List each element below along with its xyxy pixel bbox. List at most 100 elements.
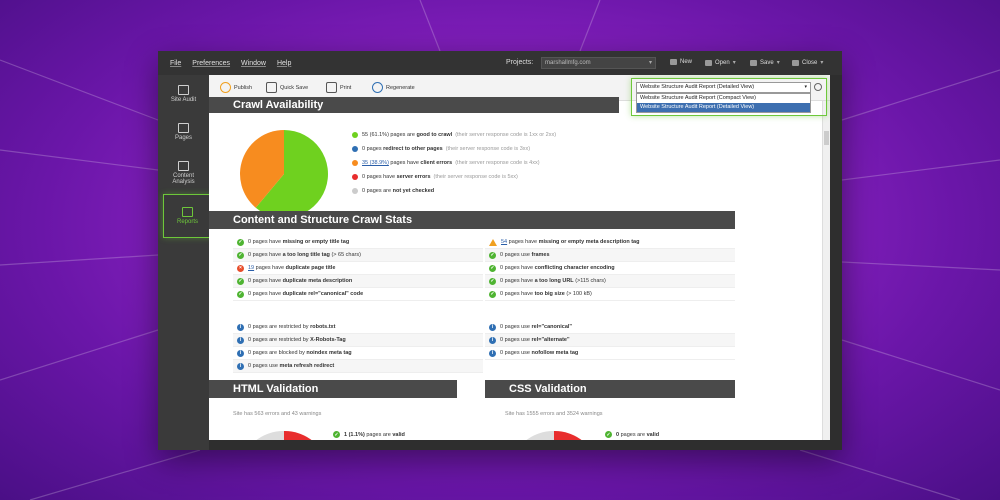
menu-help[interactable]: Help [277, 60, 291, 67]
menu-bar: File Preferences Window Help [158, 51, 842, 75]
section-title: HTML Validation [233, 383, 319, 395]
legend-text: pages have [388, 160, 421, 166]
stat-row: ✓ 0 pages have missing or empty title tag [233, 236, 483, 249]
dropdown-option-compact[interactable]: Website Structure Audit Report (Compact … [637, 94, 810, 103]
legend-row: 0 pages are not yet checked [352, 184, 556, 198]
chevron-down-icon: ▾ [648, 60, 652, 66]
project-select[interactable]: marshallmfg.com ▾ [541, 57, 656, 69]
stat-text: pages are restricted by [251, 337, 311, 343]
stat-label: a too long URL [534, 278, 574, 284]
content-analysis-icon [178, 161, 189, 171]
open-button[interactable]: Open ▾ [705, 59, 736, 66]
info-icon: i [237, 362, 244, 370]
project-value: marshallmfg.com [545, 60, 591, 66]
stat-label: robots.txt [310, 324, 336, 330]
vertical-scrollbar[interactable] [822, 101, 830, 440]
open-label: Open [715, 59, 730, 66]
crawl-pie-chart [240, 130, 328, 218]
report-type-dropdown: Website Structure Audit Report (Compact … [636, 93, 811, 113]
stat-note: (> 65 chars) [329, 252, 361, 258]
info-icon: i [237, 336, 244, 344]
legend-label: redirect to other pages [383, 146, 443, 152]
chevron-down-icon: ▾ [820, 60, 824, 66]
legend-count[interactable]: 35 (38.9%) [362, 160, 389, 166]
printer-icon [326, 82, 337, 93]
stat-note: (> 100 kB) [564, 291, 592, 297]
close-icon [792, 59, 799, 66]
sidebar-item-label: Site Audit [170, 97, 197, 103]
stat-row: i0 pages are blocked by noindex meta tag [233, 347, 483, 360]
legend-row: 0 pages redirect to other pages (their se… [352, 142, 556, 156]
legend-text: pages have [365, 174, 397, 180]
legend-label: not yet checked [392, 188, 435, 194]
sidebar-item-pages[interactable]: Pages [158, 123, 209, 141]
stat-note: (>115 chars) [573, 278, 606, 284]
legend-label: server errors [396, 174, 431, 180]
stat-label: duplicate meta description [282, 278, 353, 284]
check-icon: ✓ [237, 277, 244, 285]
stat-text: pages have [251, 252, 283, 258]
menu-file[interactable]: File [170, 60, 181, 67]
print-button[interactable]: Print [326, 82, 351, 93]
check-icon: ✓ [605, 431, 612, 438]
stat-row: ✓ 0 pages have too big size (> 100 kB) [485, 288, 735, 301]
save-button[interactable]: Save ▾ [750, 59, 780, 66]
sidebar-item-reports[interactable]: Reports [163, 194, 212, 238]
close-label: Close [802, 59, 818, 66]
error-icon: × [237, 264, 244, 272]
check-icon: ✓ [333, 431, 340, 438]
sidebar-item-content-analysis[interactable]: Content Analysis [158, 161, 209, 185]
publish-icon [220, 82, 231, 93]
scrollbar-thumb[interactable] [824, 131, 829, 145]
report-content: Publish Quick Save Print Regenerate Webs… [209, 75, 830, 440]
stat-row: i0 pages use rel="alternate" [485, 334, 735, 347]
stat-text: pages use [503, 337, 532, 343]
legend-dot-icon [352, 160, 358, 166]
stat-text: pages use [503, 252, 532, 258]
refresh-icon [372, 82, 383, 93]
sidebar-item-label: Reports [176, 219, 198, 225]
stat-text: pages have [507, 239, 539, 245]
valid-pre: pages are [366, 431, 391, 438]
css-validation-pie [526, 431, 582, 440]
new-button[interactable]: New [670, 59, 692, 65]
check-icon: ✓ [489, 264, 496, 272]
stat-label: conflicting character encoding [534, 265, 615, 271]
reports-icon [182, 207, 193, 217]
close-button[interactable]: Close ▾ [792, 59, 823, 66]
stat-label: noindex meta tag [306, 350, 352, 356]
stat-label: frames [531, 252, 550, 258]
regenerate-button[interactable]: Regenerate [372, 82, 415, 93]
publish-button[interactable]: Publish [220, 82, 252, 93]
legend-text: pages are [388, 132, 417, 138]
check-icon: ✓ [489, 277, 496, 285]
legend-text: pages [365, 146, 384, 152]
crawl-stats-header: Content and Structure Crawl Stats [209, 211, 735, 229]
legend-dot-icon [352, 146, 358, 152]
chevron-down-icon: ▾ [732, 60, 736, 66]
dropdown-option-detailed[interactable]: Website Structure Audit Report (Detailed… [637, 103, 810, 112]
stat-text: pages use [251, 363, 280, 369]
stat-row: i0 pages use rel="canonical" [485, 321, 735, 334]
chevron-down-icon: ▾ [776, 60, 780, 66]
valid-count: 1 (1.1%) [344, 431, 365, 438]
legend-note: (their server response code is 5xx) [433, 174, 518, 180]
publish-label: Publish [234, 84, 253, 91]
sidebar-item-site-audit[interactable]: Site Audit [158, 85, 209, 103]
save-icon [750, 59, 757, 66]
stat-row: i0 pages use nofollow meta tag [485, 347, 735, 360]
quick-save-button[interactable]: Quick Save [266, 82, 308, 93]
info-icon: i [489, 349, 496, 357]
section-title: Crawl Availability [233, 99, 324, 111]
legend-label: good to crawl [416, 132, 453, 138]
check-icon: ✓ [237, 290, 244, 298]
stat-label: a too long title tag [282, 252, 330, 258]
stat-row: ✓ 0 pages have conflicting character enco… [485, 262, 735, 275]
stat-text: pages use [503, 324, 532, 330]
stat-row: ✓ 0 pages have a too long title tag (> 65… [233, 249, 483, 262]
stat-text: pages have [503, 265, 535, 271]
quick-save-label: Quick Save [280, 84, 309, 91]
folder-icon [705, 59, 712, 66]
menu-window[interactable]: Window [241, 60, 266, 67]
menu-preferences[interactable]: Preferences [192, 60, 230, 67]
